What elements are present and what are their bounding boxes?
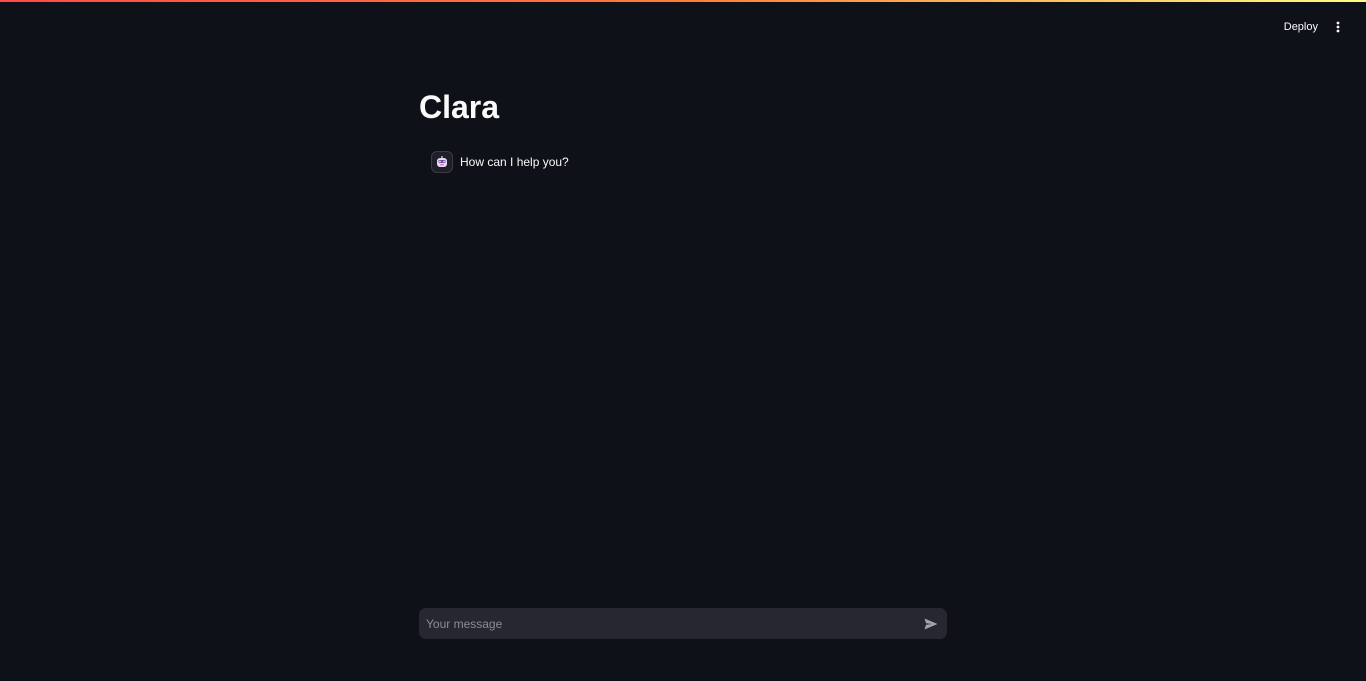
send-button[interactable] [915,608,947,639]
main-menu-button[interactable] [1330,17,1346,37]
chat-input-container [419,608,947,639]
page-title: Clara [419,89,500,125]
message-text: How can I help you? [460,155,569,169]
send-icon [924,618,938,629]
more-vertical-icon [1336,21,1340,33]
app-header: Deploy [0,0,1366,54]
robot-icon [437,156,447,167]
assistant-avatar [431,151,453,173]
deploy-button[interactable]: Deploy [1280,17,1322,37]
chat-message-input[interactable] [419,608,915,639]
main-content: Clara How can I help you? [419,80,947,173]
chat-message-assistant: How can I help you? [431,151,569,173]
